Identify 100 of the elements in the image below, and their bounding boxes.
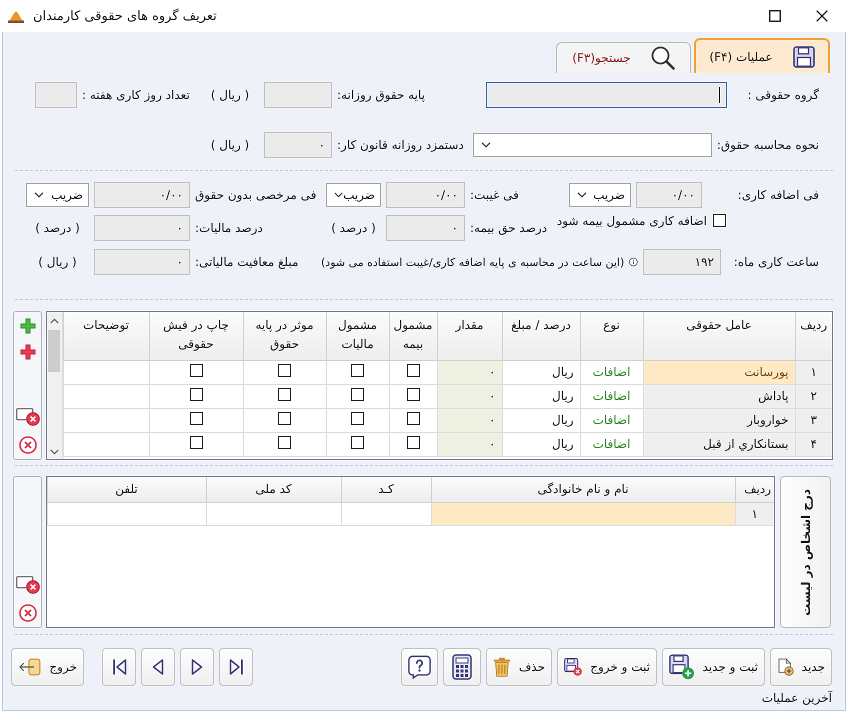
table-cell: ۰ (437, 360, 502, 384)
field-label: درصد حق بیمه: (470, 221, 548, 235)
field-label: فی مرخصی بدون حقوق (195, 188, 316, 202)
checkbox[interactable] (190, 364, 202, 377)
checkbox[interactable] (351, 388, 364, 401)
triangle-bar-right-icon (228, 658, 244, 676)
column-header: کـد (341, 477, 431, 502)
row-number: ۱ (795, 360, 832, 384)
rectangle-x-icon[interactable] (16, 576, 40, 594)
insert-persons-button[interactable]: درج اشخاص در لیست (780, 476, 831, 628)
checkbox[interactable] (278, 412, 291, 425)
navigation-button[interactable] (180, 648, 214, 686)
chevron-down-icon (34, 192, 44, 198)
column-header: مشمول بیمه (389, 312, 437, 360)
text-field[interactable]: ۰/۰۰ (636, 182, 702, 208)
checkbox[interactable] (278, 436, 291, 449)
table-cell: ۰ (437, 408, 502, 432)
help-icon (408, 654, 431, 680)
triangle-right-icon (191, 658, 203, 676)
checkbox[interactable] (713, 214, 726, 227)
checkbox[interactable] (351, 364, 364, 377)
hint-text: (این ساعت در محاسبه ی پایه اضافه کاری/غیبت استفاده می شود) (321, 256, 624, 268)
plus-icon[interactable] (20, 318, 36, 334)
table-cell: اضافات (580, 384, 643, 408)
checkbox[interactable] (406, 388, 420, 401)
checkbox[interactable] (278, 388, 291, 401)
table-cell[interactable] (431, 502, 735, 526)
circle-x-icon[interactable] (18, 436, 36, 454)
checkbox[interactable] (278, 364, 291, 377)
checkbox-label: اضافه کاری مشمول بیمه شود (556, 214, 707, 228)
rectangle-x-icon[interactable] (16, 408, 40, 426)
dropdown[interactable]: ضریب (326, 183, 381, 207)
text-field[interactable]: ۰/۰۰ (386, 182, 465, 208)
dropdown[interactable]: ضریب (26, 183, 89, 207)
tab[interactable]: عملیات (F۴) (694, 38, 830, 73)
column-header: درصد / مبلغ (502, 312, 580, 360)
row-number: ۲ (795, 384, 832, 408)
row-number: ۳ (795, 408, 832, 432)
text-field[interactable] (35, 82, 77, 108)
checkbox[interactable] (406, 412, 420, 425)
delete-button[interactable]: حذف (486, 648, 552, 686)
chevron-down-icon (480, 142, 491, 148)
checkbox[interactable] (351, 412, 364, 425)
chevron-down-icon[interactable] (50, 449, 59, 455)
text-field[interactable]: ۰ (94, 215, 190, 241)
field-label: درصد مالیات: (195, 221, 263, 235)
column-header: مشمول مالیات (326, 312, 389, 360)
checkbox[interactable] (406, 436, 420, 449)
scrollbar-thumb[interactable] (48, 330, 60, 372)
search-icon (650, 46, 675, 70)
table-cell[interactable]: پورسانت (643, 360, 795, 384)
text-field[interactable] (486, 82, 727, 108)
tab[interactable]: جستجو(F۳) (556, 42, 691, 73)
status-text: آخرین عملیات (762, 691, 832, 705)
checkbox[interactable] (190, 388, 202, 401)
column-header: نوع (580, 312, 643, 360)
circle-x-icon[interactable] (18, 604, 36, 622)
save-new-button[interactable]: ثبت و جدید (662, 648, 765, 686)
table-cell: اضافات (580, 408, 643, 432)
unit-label: ( درصد ) (330, 221, 377, 235)
text-field[interactable]: ۰ (94, 249, 190, 275)
checkbox[interactable] (190, 412, 202, 425)
calculator-icon (452, 654, 472, 680)
column-header: ردیف (795, 312, 832, 360)
unit-label: ( ریال ) (210, 88, 250, 102)
text-field[interactable]: ۱۹۲ (643, 249, 721, 275)
help-button[interactable] (401, 648, 438, 686)
unit-label: ( درصد ) (34, 221, 81, 235)
checkbox[interactable] (351, 436, 364, 449)
chevron-up-icon[interactable] (50, 318, 59, 324)
text-field[interactable]: ۰ (386, 215, 465, 241)
column-header: ردیف (735, 477, 774, 502)
field-label: گروه حقوقی : (746, 88, 819, 102)
text-field[interactable]: ۰ (264, 132, 332, 158)
scrollbar[interactable] (47, 312, 62, 459)
chevron-down-icon (334, 192, 344, 198)
window-title: تعریف گروه های حقوقی کارمندان (33, 8, 217, 24)
field-label: ساعت کاری ماه: (732, 255, 819, 269)
save-exit-button[interactable]: ثبت و خروج (557, 648, 657, 686)
table-cell[interactable]: بستانکاري از قبل (643, 432, 795, 456)
navigation-button[interactable] (141, 648, 175, 686)
navigation-button[interactable] (219, 648, 253, 686)
exit-button[interactable]: خروج (11, 648, 84, 686)
new-button[interactable]: جدید (770, 648, 832, 686)
plus-icon[interactable] (20, 344, 36, 360)
dropdown[interactable]: ضریب (569, 183, 631, 207)
text-caret (719, 87, 720, 103)
text-field[interactable] (264, 82, 332, 108)
table-cell[interactable]: پاداش (643, 384, 795, 408)
checkbox[interactable] (190, 436, 202, 449)
unit-label: ( ریال ) (210, 138, 250, 152)
navigation-button[interactable] (102, 648, 136, 686)
field-label: دستمزد روزانه قانون کار: (337, 138, 464, 152)
table-cell[interactable]: خواروبار (643, 408, 795, 432)
close-icon[interactable] (816, 10, 828, 22)
checkbox[interactable] (406, 364, 420, 377)
text-field[interactable]: ۰/۰۰ (94, 182, 190, 208)
maximize-icon[interactable] (769, 10, 781, 22)
field-label: فی اضافه کاری: (736, 188, 819, 202)
calculator-button[interactable] (443, 648, 481, 686)
